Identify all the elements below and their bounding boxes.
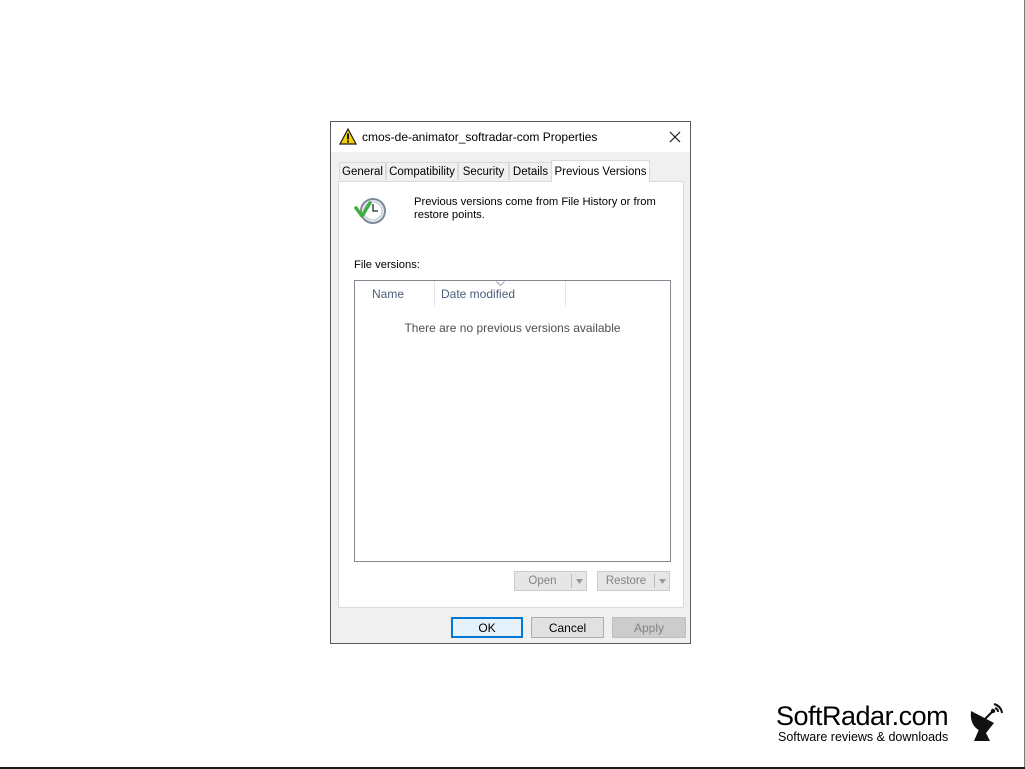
open-button-label: Open [528,575,557,587]
close-icon [669,131,681,143]
empty-list-message: There are no previous versions available [404,321,621,335]
close-button[interactable] [660,122,690,152]
clock-restore-icon [354,198,386,224]
restore-button[interactable]: Restore [597,571,670,591]
restore-button-separator [654,574,655,588]
warning-triangle-icon [339,128,357,145]
dialog-title: cmos-de-animator_softradar-com Propertie… [362,130,598,144]
open-button[interactable]: Open [514,571,587,591]
restore-button-label: Restore [605,575,647,587]
open-button-separator [571,574,572,588]
chevron-down-icon[interactable] [659,579,666,584]
sort-arrow-icon [496,281,505,286]
file-versions-label: File versions: [354,259,420,271]
ok-button[interactable]: OK [451,617,523,638]
tab-details[interactable]: Details [509,162,552,180]
cancel-button[interactable]: Cancel [531,617,604,638]
previous-versions-panel: Previous versions come from File History… [338,181,684,608]
softradar-watermark: SoftRadar.com Software reviews & downloa… [776,701,1016,751]
tab-previous-versions[interactable]: Previous Versions [551,160,650,182]
info-text: Previous versions come from File History… [414,196,656,221]
column-header-date-label: Date modified [441,286,516,301]
column-header-name[interactable]: Name [355,281,435,306]
watermark-brand: SoftRadar.com [776,701,949,731]
apply-button[interactable]: Apply [612,617,686,638]
satellite-dish-icon [970,703,1003,741]
tab-compatibility[interactable]: Compatibility [386,162,458,180]
tab-security[interactable]: Security [458,162,509,180]
chevron-down-icon[interactable] [576,579,583,584]
file-versions-list[interactable]: Name Date modified There are no previous… [354,280,671,562]
properties-dialog: cmos-de-animator_softradar-com Propertie… [330,121,691,644]
watermark-tagline: Software reviews & downloads [778,730,949,744]
tab-general[interactable]: General [339,162,386,180]
title-bar[interactable]: cmos-de-animator_softradar-com Propertie… [331,122,690,152]
